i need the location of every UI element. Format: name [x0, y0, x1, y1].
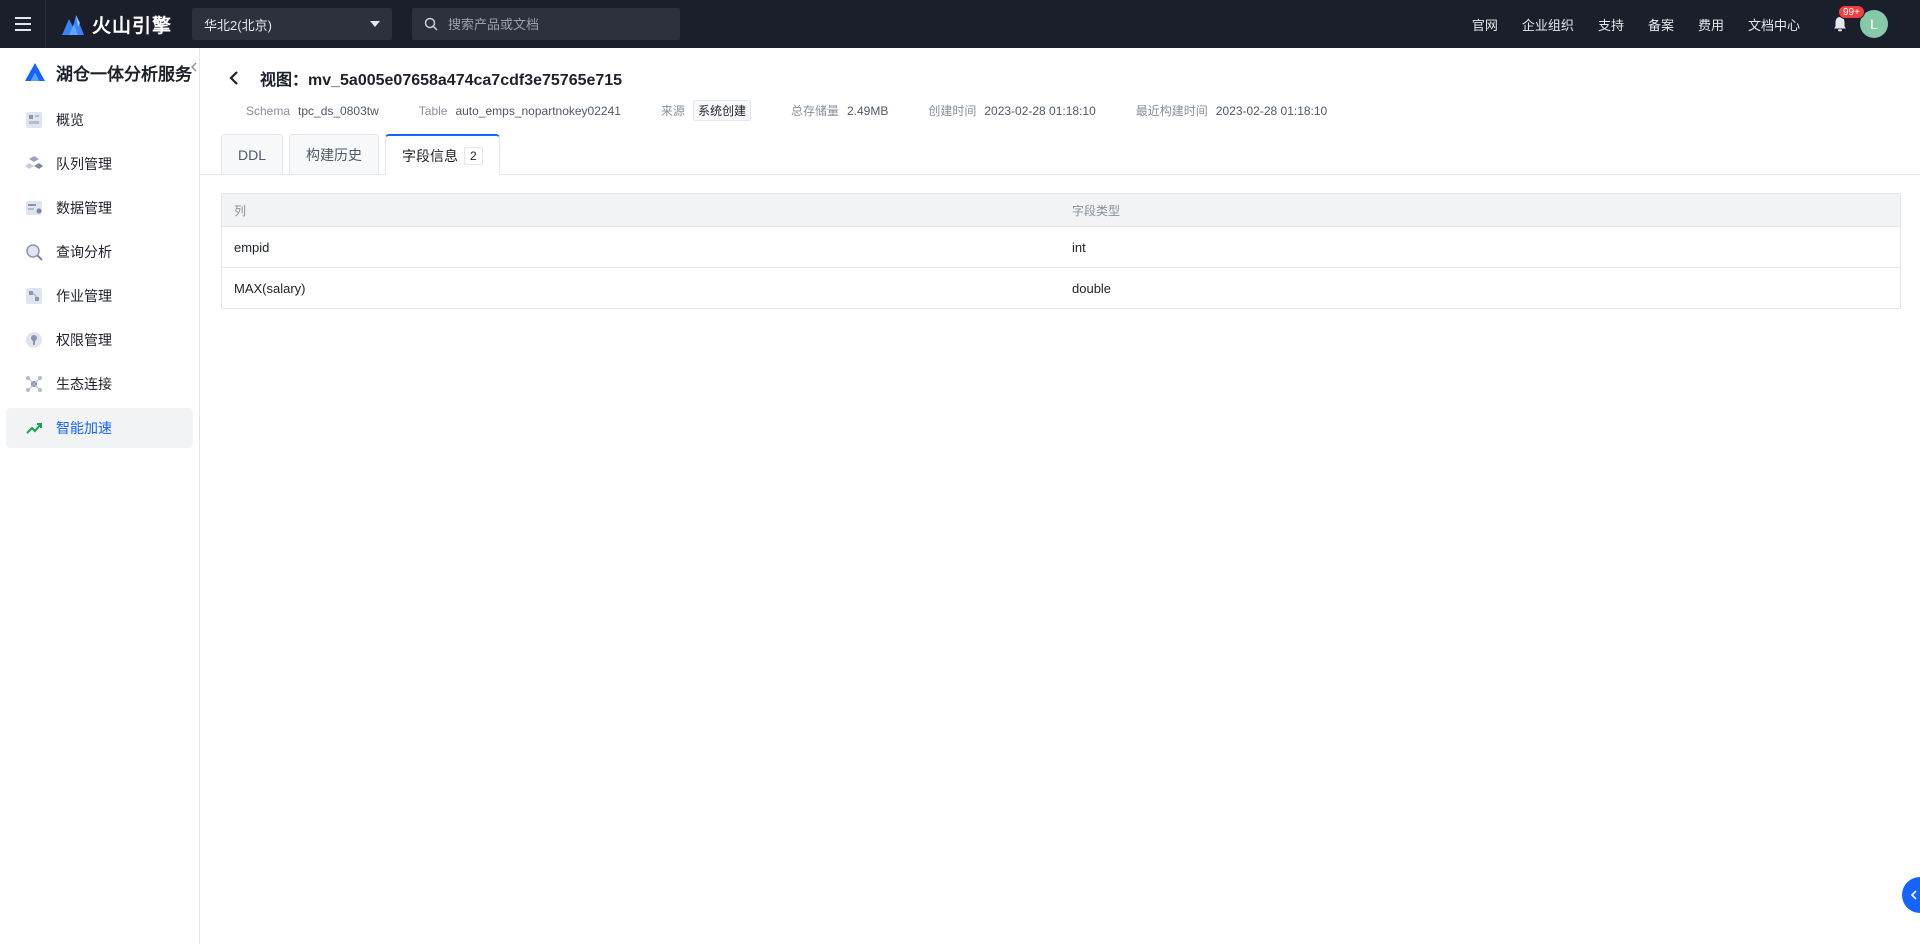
sidebar-item-ecosystem[interactable]: 生态连接 [6, 364, 193, 404]
created-label: 创建时间 [928, 104, 977, 118]
brand-name: 火山引擎 [92, 15, 173, 37]
arrow-left-icon [229, 71, 238, 85]
sidebar-item-label: 作业管理 [56, 288, 112, 304]
created-value: 2023-02-28 01:18:10 [984, 103, 1096, 118]
schema-label: Schema [246, 103, 291, 118]
tab-ddl[interactable]: DDL [221, 134, 284, 174]
link-official-site[interactable]: 官网 [1472, 15, 1498, 34]
main-content: 视图：mv_5a005e07658a474ca7cdf3e75765e715 S… [200, 48, 1920, 944]
sidebar-item-label: 队列管理 [56, 156, 112, 172]
storage-value: 2.49MB [846, 103, 889, 118]
query-icon [24, 242, 44, 262]
overview-icon [24, 110, 44, 130]
brand-logo[interactable]: 火山引擎 [60, 11, 172, 38]
cell-column-name: MAX(salary) [234, 280, 306, 296]
schema-value: tpc_ds_0803tw [298, 103, 379, 118]
notifications-button[interactable]: 99+ [1830, 5, 1865, 34]
table-header-row: 列 字段类型 [222, 194, 1900, 226]
sidebar-item-jobs[interactable]: 作业管理 [6, 276, 193, 316]
sidebar-item-label: 查询分析 [56, 244, 112, 260]
table-value: auto_emps_nopartnokey02241 [455, 103, 621, 118]
top-links: 官网 企业组织 支持 备案 费用 文档中心 99+ L [1448, 5, 1920, 38]
cell-field-type: double [1072, 280, 1112, 296]
sidebar-item-overview[interactable]: 概览 [6, 100, 193, 140]
chevron-left-icon [191, 62, 197, 72]
cell-field-type: int [1072, 239, 1086, 255]
rebuilt-label: 最近构建时间 [1135, 104, 1208, 118]
source-label: 来源 [660, 104, 685, 118]
link-organization[interactable]: 企业组织 [1522, 15, 1574, 34]
region-value: 华北2(北京) [204, 17, 272, 33]
tabs-bar: DDL 构建历史 字段信息 2 [200, 134, 1920, 175]
tab-count-badge: 2 [464, 146, 483, 165]
data-icon [24, 198, 44, 218]
table-row: MAX(salary) double [222, 267, 1900, 308]
volcano-logo-icon [62, 15, 84, 35]
chevron-left-icon [1910, 890, 1917, 900]
link-docs[interactable]: 文档中心 [1748, 15, 1800, 34]
fields-table: 列 字段类型 empid int MAX(salary) double [221, 193, 1901, 309]
chevron-down-icon [370, 21, 381, 27]
cell-column-name: empid [234, 239, 270, 255]
sidebar-item-query[interactable]: 查询分析 [6, 232, 193, 272]
table-row: empid int [222, 226, 1900, 267]
hamburger-menu-icon[interactable] [0, 0, 46, 48]
sidebar-item-queue[interactable]: 队列管理 [6, 144, 193, 184]
sidebar-item-label: 概览 [56, 112, 84, 128]
column-header-type: 字段类型 [1072, 203, 1121, 218]
service-logo-icon [25, 63, 45, 81]
page-title: 视图：mv_5a005e07658a474ca7cdf3e75765e715 [260, 72, 623, 89]
view-metadata: Schema tpc_ds_0803tw Table auto_emps_nop… [224, 100, 1920, 121]
expand-panel-button[interactable] [1902, 877, 1920, 913]
tab-build-history[interactable]: 构建历史 [289, 134, 380, 174]
acceleration-icon [24, 418, 44, 438]
link-filing[interactable]: 备案 [1648, 15, 1674, 34]
link-billing[interactable]: 费用 [1698, 15, 1724, 34]
sidebar-item-label: 数据管理 [56, 200, 112, 216]
page-header: 视图：mv_5a005e07658a474ca7cdf3e75765e715 S… [200, 48, 1920, 121]
table-label: Table [418, 103, 448, 118]
sidebar-item-label: 权限管理 [56, 332, 112, 348]
tab-label: 字段信息 [402, 147, 459, 164]
source-tag: 系统创建 [692, 100, 751, 121]
sidebar-item-acceleration[interactable]: 智能加速 [6, 408, 193, 448]
rebuilt-value: 2023-02-28 01:18:10 [1215, 103, 1328, 118]
tab-list: DDL 构建历史 字段信息 2 [221, 134, 506, 175]
column-header-name: 列 [234, 203, 247, 218]
search-icon [424, 17, 438, 31]
sidebar-header: 湖仓一体分析服务 [0, 48, 199, 96]
storage-label: 总存储量 [790, 104, 839, 118]
title-row: 视图：mv_5a005e07658a474ca7cdf3e75765e715 [224, 64, 1920, 92]
top-navigation-bar: 火山引擎 华北2(北京) 官网 企业组织 支持 备案 费用 文档中心 99+ L [0, 0, 1920, 48]
service-title: 湖仓一体分析服务 [56, 64, 192, 84]
sidebar-item-permissions[interactable]: 权限管理 [6, 320, 193, 360]
region-selector[interactable]: 华北2(北京) [192, 8, 393, 40]
sidebar-nav: 概览 队列管理 数据管理 查询分析 作业管理 权限管理 生态连接 智能加速 [0, 100, 199, 448]
link-support[interactable]: 支持 [1598, 15, 1624, 34]
back-button[interactable] [224, 68, 244, 88]
tab-label: DDL [238, 146, 267, 163]
sidebar-item-data[interactable]: 数据管理 [6, 188, 193, 228]
permission-icon [24, 330, 44, 350]
sidebar-item-label: 智能加速 [56, 420, 112, 436]
ecosystem-icon [24, 374, 44, 394]
sidebar: 湖仓一体分析服务 概览 队列管理 数据管理 查询分析 作业管理 权限管理 生态连… [0, 48, 200, 944]
notification-badge: 99+ [1838, 5, 1865, 19]
tab-label: 构建历史 [306, 146, 363, 163]
sidebar-item-label: 生态连接 [56, 376, 112, 392]
queue-icon [24, 154, 44, 174]
search-input[interactable] [448, 16, 669, 32]
global-search[interactable] [412, 8, 681, 40]
job-icon [24, 286, 44, 306]
tab-field-info[interactable]: 字段信息 2 [385, 134, 500, 175]
